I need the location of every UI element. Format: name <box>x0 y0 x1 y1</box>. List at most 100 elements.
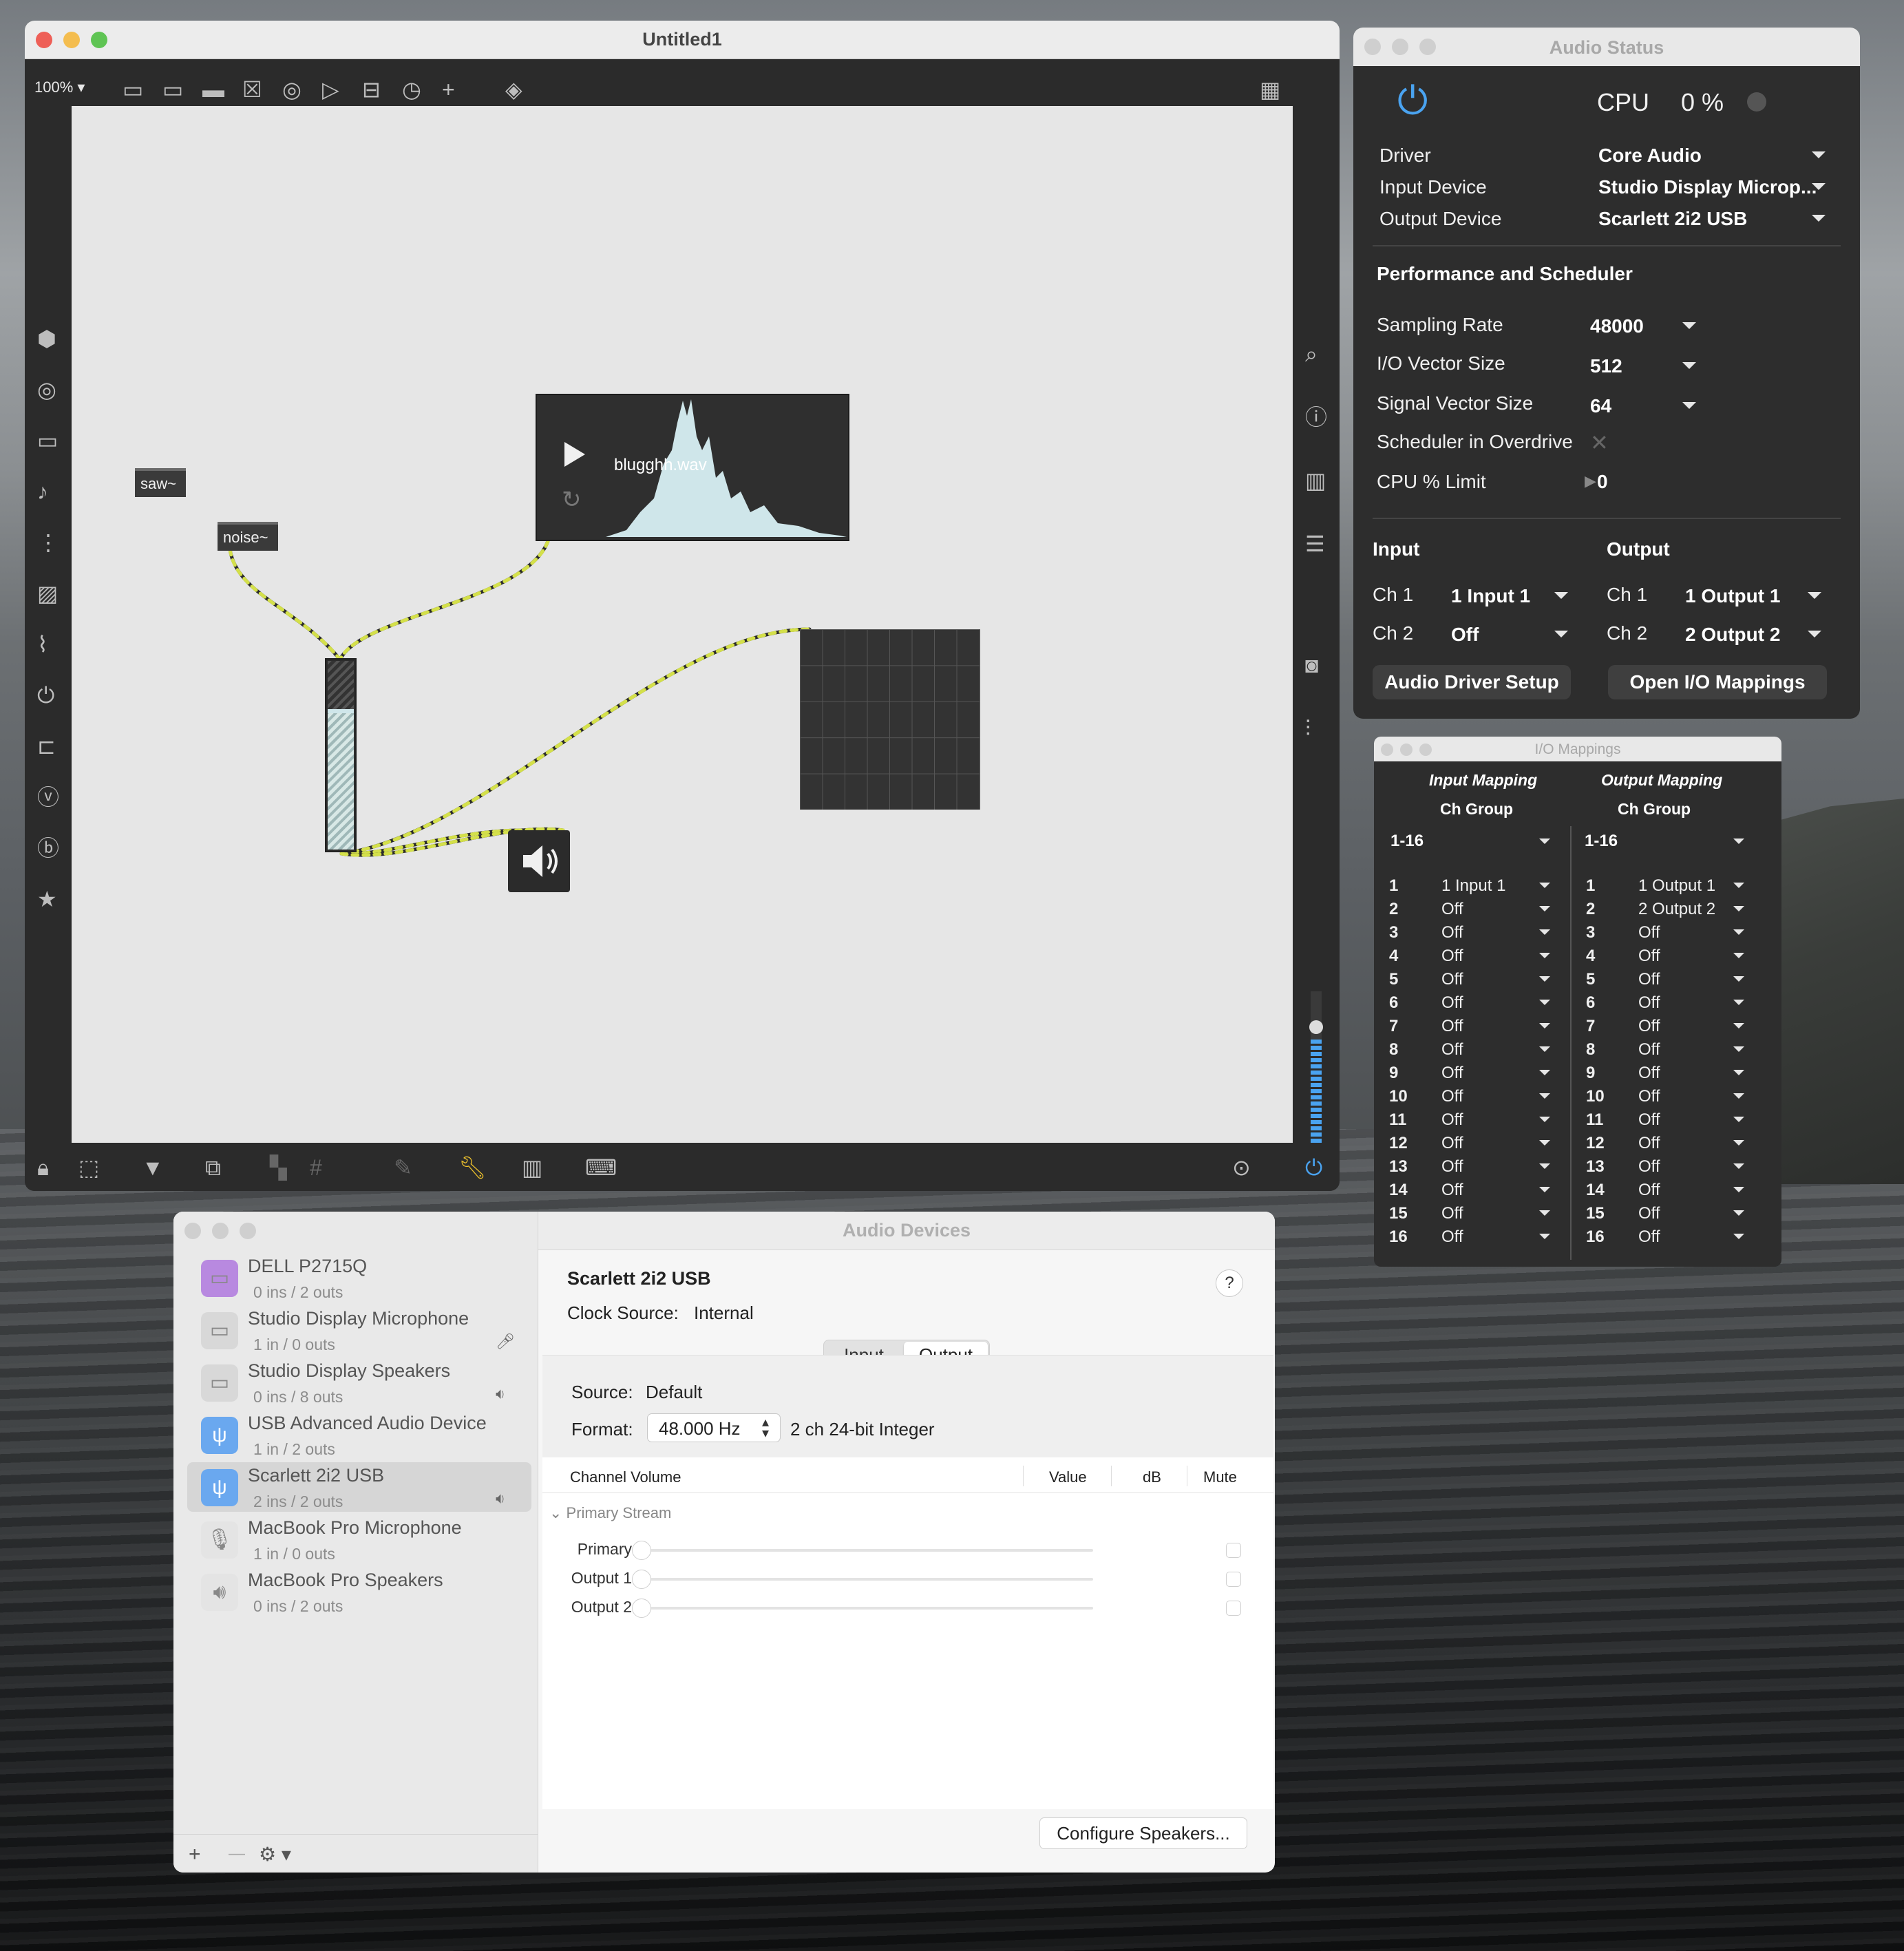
chevron-down-icon[interactable] <box>1733 1046 1744 1052</box>
output-device-caret-icon[interactable] <box>1812 215 1826 222</box>
in-ch1-caret-icon[interactable] <box>1554 592 1568 599</box>
output-mapping-row[interactable]: 8 Off <box>1571 1038 1781 1062</box>
sequence-icon[interactable]: ⋮ <box>37 531 59 553</box>
chevron-down-icon[interactable] <box>1539 1234 1550 1239</box>
output-mapping-row[interactable]: 6 Off <box>1571 991 1781 1015</box>
dsp-power-button[interactable]: ⏻ <box>1397 81 1428 120</box>
info-icon[interactable]: ⓘ <box>1305 406 1327 428</box>
output-ch-group-menu[interactable]: 1-16 <box>1585 832 1618 851</box>
output-mapping-mapping-value[interactable]: Off <box>1638 993 1660 1013</box>
chevron-down-icon[interactable] <box>1539 1187 1550 1192</box>
mute-checkbox[interactable] <box>1226 1543 1241 1558</box>
chevron-down-icon[interactable] <box>1539 1070 1550 1075</box>
output-mapping-mapping-value[interactable]: 2 Output 2 <box>1638 900 1715 919</box>
image-icon[interactable]: ▨ <box>37 582 58 604</box>
out-ch2-menu[interactable]: 2 Output 2 <box>1685 624 1780 646</box>
loop-icon[interactable]: ↻ <box>562 488 582 512</box>
output-mapping-mapping-value[interactable]: Off <box>1638 1017 1660 1036</box>
input-mapping-mapping-value[interactable]: Off <box>1441 1040 1463 1059</box>
paperclip-icon[interactable]: ⌇ <box>37 633 48 655</box>
volume-slider-knob[interactable] <box>632 1570 651 1589</box>
output-mapping-mapping-value[interactable]: Off <box>1638 947 1660 966</box>
overdrive-toggle[interactable]: ✕ <box>1590 430 1609 456</box>
device-list-item[interactable]: ψ USB Advanced Audio Device 1 in / 2 outs <box>187 1410 531 1459</box>
output-mapping-mapping-value[interactable]: Off <box>1638 970 1660 989</box>
chevron-down-icon[interactable] <box>1539 929 1550 935</box>
camera-icon[interactable]: ◙ <box>1305 654 1318 676</box>
volume-slider-track[interactable] <box>639 1578 1093 1581</box>
output-mapping-row[interactable]: 14 Off <box>1571 1179 1781 1202</box>
minimize-button[interactable] <box>212 1223 229 1239</box>
chevron-down-icon[interactable] <box>1733 929 1744 935</box>
output-mapping-mapping-value[interactable]: Off <box>1638 1087 1660 1106</box>
select-icon[interactable]: ⬚ <box>78 1157 99 1179</box>
input-device-caret-icon[interactable] <box>1812 183 1826 190</box>
saw-object[interactable]: saw~ <box>135 468 186 497</box>
output-device-menu[interactable]: Scarlett 2i2 USB <box>1598 208 1747 230</box>
output-mapping-row[interactable]: 4 Off <box>1571 945 1781 968</box>
lock-icon[interactable]: 🔒︎ <box>37 1157 49 1179</box>
chevron-down-icon[interactable] <box>1539 953 1550 958</box>
chevron-down-icon[interactable] <box>1539 883 1550 888</box>
in-ch1-menu[interactable]: 1 Input 1 <box>1451 585 1530 607</box>
gain-slider[interactable] <box>325 658 357 852</box>
input-mapping-mapping-value[interactable]: Off <box>1441 1017 1463 1036</box>
wrench-icon[interactable]: 🔧︎ <box>458 1157 487 1179</box>
chevron-down-icon[interactable] <box>1539 976 1550 982</box>
in-ch2-caret-icon[interactable] <box>1554 631 1568 637</box>
chevron-down-icon[interactable] <box>1539 1046 1550 1052</box>
sampling-rate-menu[interactable]: 48000 <box>1590 315 1644 337</box>
paint-bucket-icon[interactable]: ◈ <box>505 78 522 101</box>
chevron-down-icon[interactable] <box>1539 1023 1550 1029</box>
chevron-down-icon[interactable] <box>1733 1070 1744 1075</box>
primary-stream-toggle[interactable]: ⌄ Primary Stream <box>549 1504 671 1522</box>
driver-menu[interactable]: Core Audio <box>1598 145 1702 167</box>
input-mapping-mapping-value[interactable]: Off <box>1441 1134 1463 1153</box>
zoom-menu[interactable]: 100% ▾ <box>34 78 85 96</box>
in-ch2-menu[interactable]: Off <box>1451 624 1479 646</box>
input-mapping-mapping-value[interactable]: Off <box>1441 993 1463 1013</box>
driver-caret-icon[interactable] <box>1812 151 1826 158</box>
mixer-icon[interactable]: ⫶ <box>1305 717 1311 739</box>
device-list-item[interactable]: ▭ Studio Display Microphone 1 in / 0 outs 🎤… <box>187 1305 531 1355</box>
chevron-down-icon[interactable] <box>1733 1140 1744 1146</box>
scope-object[interactable] <box>800 629 980 810</box>
chevron-down-icon[interactable] <box>1733 1210 1744 1216</box>
grid-icon[interactable]: # <box>310 1157 322 1179</box>
volume-slider-track[interactable] <box>639 1607 1093 1610</box>
chevron-down-icon[interactable] <box>1539 1140 1550 1146</box>
dial-icon[interactable]: ◷ <box>402 78 421 101</box>
output-mapping-row[interactable]: 3 Off <box>1571 921 1781 945</box>
link-icon[interactable]: ⊏ <box>37 735 56 757</box>
message-icon[interactable]: ▭ <box>162 78 183 101</box>
chevron-down-icon[interactable] <box>1733 906 1744 911</box>
add-device-button[interactable]: + <box>189 1843 201 1866</box>
dac-object[interactable] <box>508 830 570 892</box>
close-button[interactable] <box>184 1223 201 1239</box>
snap-icon[interactable]: ▚ <box>270 1157 287 1179</box>
device-list-item[interactable]: ▭ DELL P2715Q 0 ins / 2 outs <box>187 1253 531 1303</box>
mute-checkbox[interactable] <box>1226 1572 1241 1587</box>
help-button[interactable]: ? <box>1216 1269 1243 1297</box>
output-mapping-mapping-value[interactable]: Off <box>1638 1204 1660 1223</box>
number-box-icon[interactable]: ⊟ <box>362 78 381 101</box>
output-mapping-mapping-value[interactable]: Off <box>1638 1181 1660 1200</box>
layers-icon[interactable]: ⧉ <box>205 1157 221 1179</box>
volume-slider-knob[interactable] <box>632 1541 651 1560</box>
piano-icon[interactable]: ▥ <box>522 1157 542 1179</box>
chevron-down-icon[interactable] <box>1539 1210 1550 1216</box>
cube-icon[interactable]: ⬢ <box>37 328 56 350</box>
input-ch-group-menu[interactable]: 1-16 <box>1390 832 1424 851</box>
patcher-canvas[interactable]: saw~ noise~ ↻ blugghh.wav <box>72 106 1293 1143</box>
input-mapping-mapping-value[interactable]: Off <box>1441 970 1463 989</box>
device-list-item[interactable]: ▭ Studio Display Speakers 0 ins / 8 outs 🔉︎ <box>187 1358 531 1407</box>
book-icon[interactable]: ▥ <box>1305 470 1326 492</box>
output-mapping-row[interactable]: 7 Off <box>1571 1015 1781 1038</box>
volume-slider-track[interactable] <box>639 1549 1093 1552</box>
device-list-item[interactable]: 🎙︎ MacBook Pro Microphone 1 in / 0 outs <box>187 1515 531 1564</box>
output-mapping-row[interactable]: 16 Off <box>1571 1225 1781 1249</box>
chevron-down-icon[interactable] <box>1733 883 1744 888</box>
playlist-object[interactable]: ↻ blugghh.wav <box>536 394 849 541</box>
device-list-item[interactable]: ψ Scarlett 2i2 USB 2 ins / 2 outs 🔉︎ <box>187 1462 531 1512</box>
chevron-down-icon[interactable] <box>1539 1000 1550 1005</box>
